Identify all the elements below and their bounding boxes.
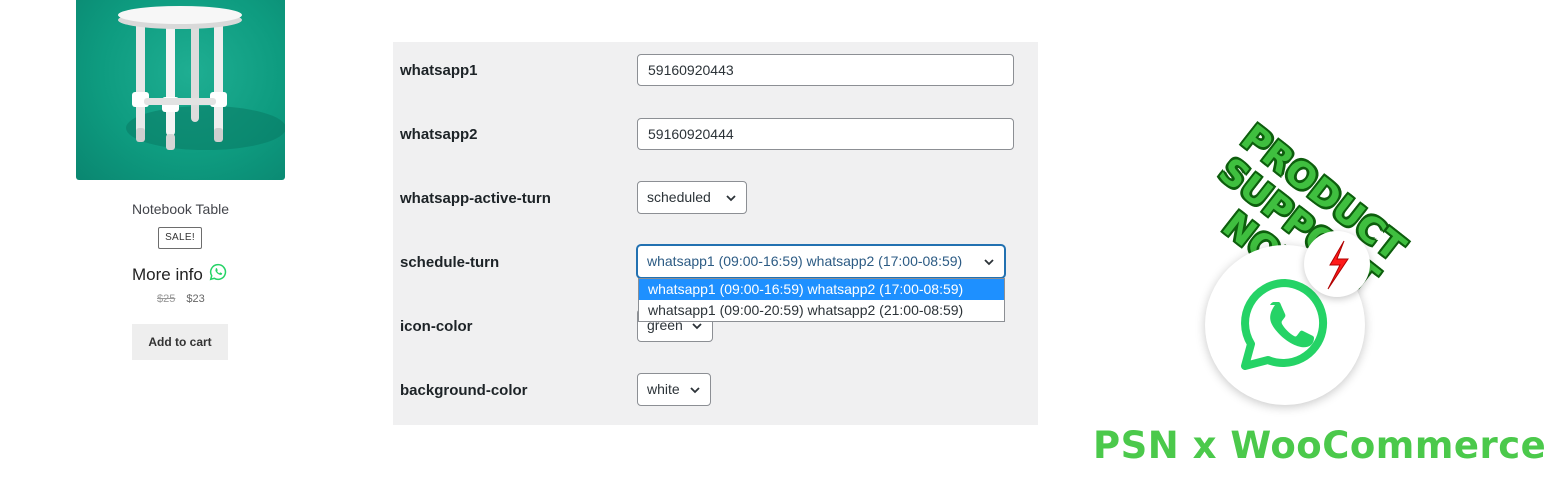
lightning-icon [1327, 240, 1349, 290]
more-info-link[interactable]: More info [132, 263, 227, 285]
active-turn-select[interactable]: scheduled [637, 181, 747, 214]
icon-color-label: icon-color [400, 318, 473, 335]
whatsapp2-input[interactable]: 59160920444 [637, 118, 1014, 150]
whatsapp1-label: whatsapp1 [400, 62, 478, 79]
dropdown-option[interactable]: whatsapp1 (09:00-16:59) whatsapp2 (17:00… [639, 279, 1004, 300]
whatsapp1-input[interactable]: 59160920443 [637, 54, 1014, 86]
price: $25 $23 [157, 293, 205, 305]
background-color-label: background-color [400, 382, 528, 399]
sale-badge: SALE! [158, 227, 202, 249]
schedule-turn-value: whatsapp1 (09:00-16:59) whatsapp2 (17:00… [647, 253, 963, 269]
settings-panel [393, 42, 1038, 425]
schedule-turn-select[interactable]: whatsapp1 (09:00-16:59) whatsapp2 (17:00… [637, 245, 1005, 278]
schedule-turn-label: schedule-turn [400, 254, 500, 271]
more-info-label: More info [132, 265, 203, 284]
whatsapp2-label: whatsapp2 [400, 126, 478, 143]
price-new: $23 [186, 293, 205, 305]
price-old: $25 [157, 293, 176, 305]
chevron-down-icon [726, 195, 736, 202]
active-turn-label: whatsapp-active-turn [400, 190, 551, 207]
background-color-select[interactable]: white [637, 373, 711, 406]
product-title[interactable]: Notebook Table [76, 201, 285, 217]
background-color-value: white [647, 381, 680, 397]
add-to-cart-button[interactable]: Add to cart [132, 324, 228, 360]
whatsapp-icon[interactable] [209, 263, 227, 281]
dropdown-option[interactable]: whatsapp1 (09:00-20:59) whatsapp2 (21:00… [639, 300, 1004, 321]
table-illustration [118, 6, 285, 150]
brand-text: PSN x WooCommerce [1093, 424, 1544, 467]
active-turn-value: scheduled [647, 189, 711, 205]
chevron-down-icon [984, 259, 994, 266]
schedule-turn-dropdown: whatsapp1 (09:00-16:59) whatsapp2 (17:00… [638, 278, 1005, 322]
chevron-down-icon [690, 387, 700, 394]
notification-bubble [1304, 231, 1370, 297]
product-image[interactable] [76, 0, 285, 180]
